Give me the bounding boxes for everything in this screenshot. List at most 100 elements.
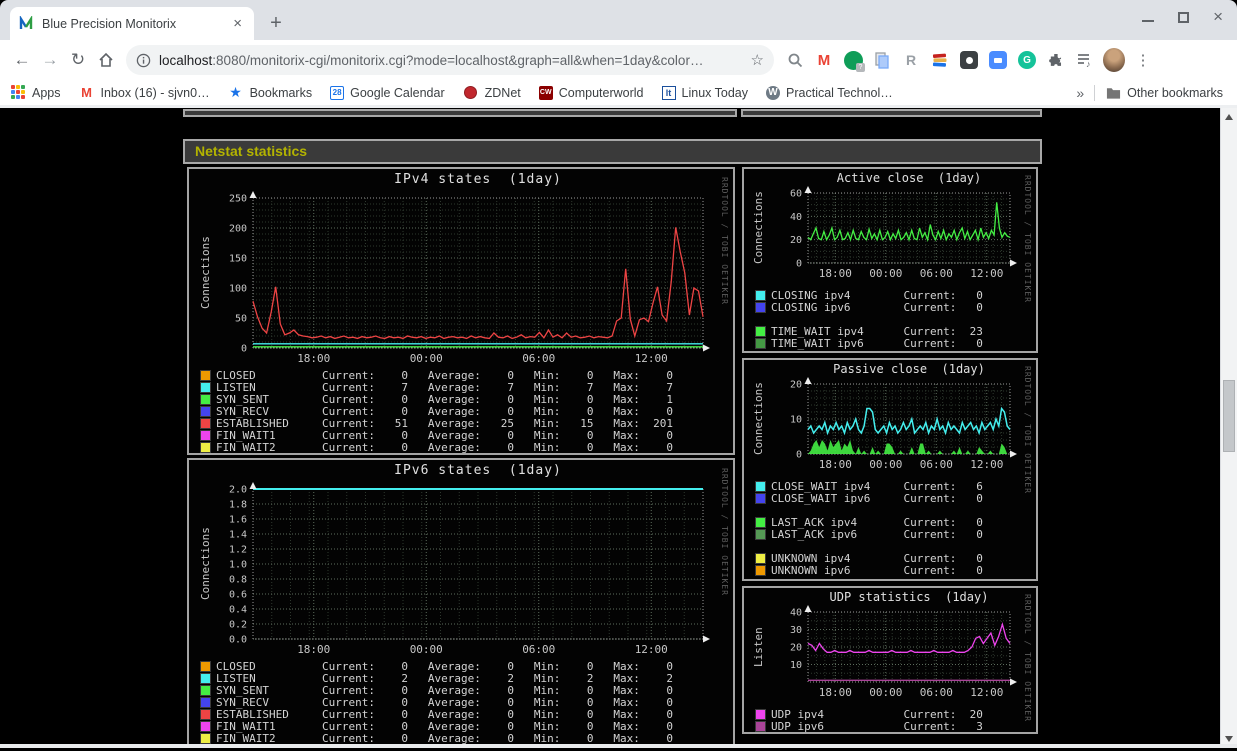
svg-text:1.2: 1.2	[229, 545, 247, 556]
legend-row: LISTEN Current: 7 Average: 7 Min: 7 Max:…	[200, 381, 673, 394]
grammarly-extension-icon[interactable]: G	[1016, 49, 1038, 71]
chart-udp_statistics-canvas[interactable]: 18:00 00:00 06:00 12:00 10 20 30 40	[744, 604, 1032, 708]
chart-passive_close-canvas[interactable]: 18:00 00:00 06:00 12:00 0 10 20	[744, 376, 1032, 480]
search-extension-icon[interactable]	[784, 49, 806, 71]
legend-row: UNKNOWN ipv6 Current: 0	[755, 564, 983, 577]
svg-text:0: 0	[796, 450, 802, 461]
info-icon[interactable]	[136, 53, 151, 68]
svg-text:12:00: 12:00	[635, 643, 668, 656]
bookmark-label: Inbox (16) - sjvn0…	[100, 85, 210, 100]
chart-panel-udp-statistics[interactable]: UDP statistics (1day) Listen RRDTOOL / TOB…	[742, 586, 1038, 734]
legend-row: ESTABLISHED Current: 0 Average: 0 Min: 0…	[200, 708, 673, 721]
legend-swatch	[200, 417, 211, 429]
voice-badge: ?	[856, 63, 865, 72]
browser-menu-icon[interactable]: ⋮	[1132, 49, 1154, 71]
calendar-icon: 28	[330, 85, 345, 100]
legend-row: CLOSING ipv6 Current: 0	[755, 301, 983, 314]
svg-text:00:00: 00:00	[869, 267, 902, 280]
legend-swatch	[755, 552, 766, 564]
svg-text:06:00: 06:00	[920, 458, 953, 471]
svg-text:0.8: 0.8	[229, 575, 247, 586]
address-bar[interactable]: localhost:8080/monitorix-cgi/monitorix.c…	[126, 45, 774, 75]
back-icon[interactable]: ←	[8, 46, 36, 74]
url-text[interactable]: localhost:8080/monitorix-cgi/monitorix.c…	[159, 53, 745, 68]
charts-column-left: IPv4 states (1day) Connections RRDTOOL / T…	[187, 167, 735, 748]
legend-swatch	[755, 564, 766, 576]
svg-text:1.4: 1.4	[229, 530, 247, 541]
bookmark-zdnet[interactable]: ZDNet	[463, 85, 521, 101]
tab-close-icon[interactable]: ×	[229, 15, 246, 32]
playlist-extension-icon[interactable]: ♪	[1074, 49, 1096, 71]
svg-text:18:00: 18:00	[297, 643, 330, 656]
scrollbar-thumb[interactable]	[1223, 380, 1235, 452]
bookmark-linux-today[interactable]: lt Linux Today	[661, 85, 748, 100]
legend-row: SYN_RECV Current: 0 Average: 0 Min: 0 Ma…	[200, 696, 673, 709]
reload-icon[interactable]: ↻	[64, 46, 92, 74]
svg-text:1.8: 1.8	[229, 500, 247, 511]
svg-text:12:00: 12:00	[970, 686, 1003, 699]
chart-panel-ipv6-states[interactable]: IPv6 states (1day) Connections RRDTOOL / T…	[187, 458, 735, 748]
svg-text:0.0: 0.0	[229, 635, 247, 646]
new-tab-button[interactable]: +	[262, 10, 290, 38]
gmail-icon: M	[81, 85, 92, 100]
bookmarks-separator	[1094, 84, 1096, 101]
legend-swatch	[755, 325, 766, 337]
bookmark-star-icon[interactable]: ☆	[751, 51, 764, 69]
books-extension-icon[interactable]	[929, 49, 951, 71]
chart-active_close-canvas[interactable]: 18:00 00:00 06:00 12:00 0 20 40 60	[744, 185, 1032, 289]
bookmark-inbox[interactable]: M Inbox (16) - sjvn0…	[79, 85, 210, 101]
gmail-extension-icon[interactable]: M	[813, 49, 835, 71]
password-manager-extension-icon[interactable]	[958, 49, 980, 71]
scrollbar-up-icon[interactable]	[1225, 114, 1233, 120]
chart-panel-ipv4-states[interactable]: IPv4 states (1day) Connections RRDTOOL / T…	[187, 167, 735, 455]
legend-swatch	[200, 684, 211, 696]
svg-text:06:00: 06:00	[522, 352, 555, 365]
bookmark-google-calendar[interactable]: 28 Google Calendar	[330, 85, 445, 100]
bookmark-practical-technology[interactable]: W Practical Technol…	[766, 85, 893, 100]
scrollbar-down-icon[interactable]	[1225, 736, 1233, 742]
svg-text:150: 150	[229, 254, 247, 265]
close-icon[interactable]: ×	[1213, 8, 1223, 25]
bookmark-label: Apps	[32, 85, 61, 100]
forward-icon[interactable]: →	[36, 46, 64, 74]
bookmark-apps[interactable]: Apps	[10, 84, 61, 101]
minimize-icon[interactable]	[1142, 20, 1155, 22]
svg-text:1.6: 1.6	[229, 515, 247, 526]
other-bookmarks[interactable]: Other bookmarks	[1105, 85, 1223, 101]
page-scrollbar[interactable]	[1220, 108, 1237, 748]
legend-swatch	[200, 708, 211, 720]
voice-extension-icon[interactable]: ?	[842, 49, 865, 72]
legend-swatch	[200, 381, 211, 393]
zoom-extension-icon[interactable]	[987, 49, 1009, 71]
bookmark-computerworld[interactable]: CW Computerworld	[538, 85, 644, 100]
copy-pages-extension-icon[interactable]	[871, 49, 893, 71]
extensions-puzzle-icon[interactable]	[1045, 49, 1067, 71]
legend-swatch	[200, 732, 211, 744]
legend-text: FIN_WAIT2 Current: 0 Average: 0 Min: 0 M…	[216, 440, 673, 454]
chart-panel-passive-close[interactable]: Passive close (1day) Connections RRDTOOL /…	[742, 358, 1038, 581]
bookmark-label: Practical Technol…	[786, 85, 893, 100]
window-bottom-edge	[0, 744, 1237, 748]
legend-row: LISTEN Current: 2 Average: 2 Min: 2 Max:…	[200, 672, 673, 685]
chart-ipv6_states-canvas[interactable]: 18:00 00:00 06:00 12:00 0.0 0.2 0.4 0.6 0.8 1.0 1.…	[189, 480, 729, 660]
legend-text: UDP ipv6 Current: 3	[771, 719, 983, 733]
chart-title: Passive close (1day)	[833, 362, 985, 376]
browser-tab[interactable]: Blue Precision Monitorix ×	[10, 7, 254, 40]
home-icon[interactable]	[92, 46, 120, 74]
bookmark-bookmarks[interactable]: ★ Bookmarks	[228, 84, 312, 101]
chart-panel-active-close[interactable]: Active close (1day) Connections RRDTOOL / …	[742, 167, 1038, 353]
svg-text:12:00: 12:00	[635, 352, 668, 365]
legend-swatch	[755, 301, 766, 313]
legend-gap	[756, 540, 983, 552]
reader-extension-icon[interactable]: R	[900, 49, 922, 71]
legend-swatch	[755, 720, 766, 732]
chart-ipv4_states-canvas[interactable]: 18:00 00:00 06:00 12:00 0 50 100 150 200 250	[189, 189, 729, 369]
legend-swatch	[755, 708, 766, 720]
legend-row: SYN_SENT Current: 0 Average: 0 Min: 0 Ma…	[200, 393, 673, 406]
svg-text:20: 20	[790, 380, 802, 391]
svg-text:10: 10	[790, 660, 802, 671]
profile-avatar[interactable]	[1103, 48, 1125, 72]
maximize-icon[interactable]	[1178, 11, 1190, 23]
bookmarks-overflow-chevron[interactable]: »	[1076, 85, 1084, 101]
svg-text:40: 40	[790, 608, 802, 619]
